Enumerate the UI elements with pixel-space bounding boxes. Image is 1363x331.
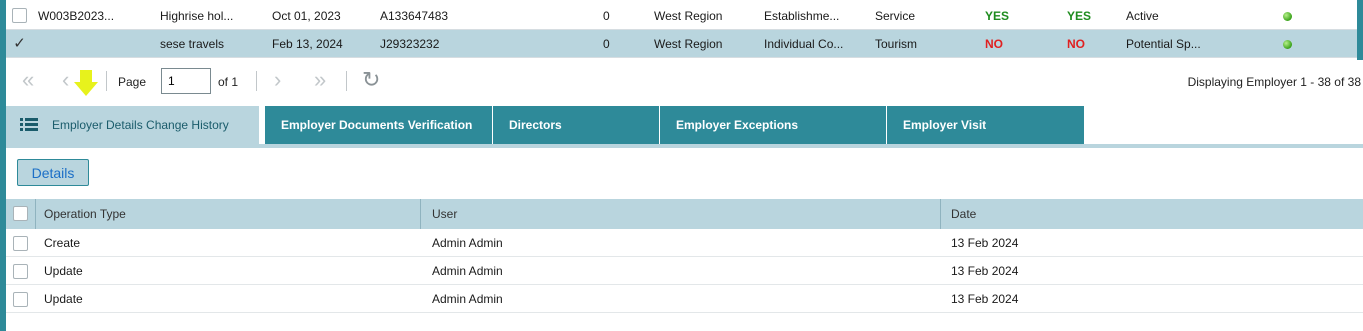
employer-date: Oct 01, 2023 bbox=[272, 9, 341, 23]
page-of-label: of 1 bbox=[218, 75, 239, 89]
refresh-icon[interactable]: ↻ bbox=[362, 68, 380, 92]
row-checkbox[interactable] bbox=[13, 236, 28, 251]
tab-label: Employer Exceptions bbox=[676, 118, 799, 132]
detail-tabs: Employer Details Change History Employer… bbox=[6, 106, 1363, 148]
right-edge-bar bbox=[1357, 0, 1363, 60]
tab-label: Employer Details Change History bbox=[52, 118, 229, 132]
pager-divider bbox=[106, 71, 107, 91]
employer-reg-no: A133647483 bbox=[380, 9, 449, 23]
employer-sector: Service bbox=[875, 9, 916, 23]
user-cell: Admin Admin bbox=[432, 236, 503, 250]
employer-flag-2: NO bbox=[1067, 37, 1085, 51]
tab-employer-documents-verification[interactable]: Employer Documents Verification bbox=[265, 106, 492, 144]
select-all-checkbox[interactable] bbox=[13, 206, 28, 221]
employer-grid-row-selected[interactable]: ✓ sese travels Feb 13, 2024 J29323232 0 … bbox=[6, 30, 1357, 58]
employer-status: Potential Sp... bbox=[1126, 37, 1201, 51]
employer-code: W003B2023... bbox=[38, 9, 115, 23]
tab-label: Employer Documents Verification bbox=[281, 118, 473, 132]
column-header-date[interactable]: Date bbox=[951, 199, 976, 229]
table-row[interactable]: Update Admin Admin 13 Feb 2024 bbox=[6, 285, 1363, 313]
row-checkbox[interactable] bbox=[12, 8, 27, 23]
employer-sector: Tourism bbox=[875, 37, 918, 51]
employer-status: Active bbox=[1126, 9, 1159, 23]
employer-category: Establishme... bbox=[764, 9, 840, 23]
date-cell: 13 Feb 2024 bbox=[951, 236, 1019, 250]
column-header-user[interactable]: User bbox=[432, 199, 457, 229]
history-toolbar: Details bbox=[6, 150, 1363, 196]
employer-region: West Region bbox=[654, 37, 723, 51]
page-number-input[interactable] bbox=[161, 68, 211, 94]
employer-reg-no: J29323232 bbox=[380, 37, 440, 51]
tab-label: Directors bbox=[509, 118, 562, 132]
tab-directors[interactable]: Directors bbox=[493, 106, 659, 144]
date-cell: 13 Feb 2024 bbox=[951, 264, 1019, 278]
employer-flag-1: YES bbox=[985, 9, 1010, 23]
date-cell: 13 Feb 2024 bbox=[951, 292, 1019, 306]
list-icon bbox=[20, 118, 38, 132]
row-checkbox-checked[interactable]: ✓ bbox=[12, 36, 27, 51]
tab-employer-details-change-history[interactable]: Employer Details Change History bbox=[6, 106, 259, 144]
table-row[interactable]: Create Admin Admin 13 Feb 2024 bbox=[6, 229, 1363, 257]
employer-flag-2: YES bbox=[1067, 9, 1092, 23]
operation-type-cell: Update bbox=[44, 292, 83, 306]
row-checkbox[interactable] bbox=[13, 292, 28, 307]
pager-display-text: Displaying Employer 1 - 38 of 38 bbox=[1187, 75, 1361, 89]
tab-label: Employer Visit bbox=[903, 118, 987, 132]
row-checkbox[interactable] bbox=[13, 264, 28, 279]
employer-name: sese travels bbox=[160, 37, 225, 51]
table-row[interactable]: Update Admin Admin 13 Feb 2024 bbox=[6, 257, 1363, 285]
employer-region: West Region bbox=[654, 9, 723, 23]
user-cell: Admin Admin bbox=[432, 292, 503, 306]
employer-date: Feb 13, 2024 bbox=[272, 37, 343, 51]
chevron-left-icon[interactable]: ‹ bbox=[62, 68, 69, 92]
tab-employer-visit[interactable]: Employer Visit bbox=[887, 106, 1084, 144]
column-header-operation-type[interactable]: Operation Type bbox=[44, 199, 126, 229]
details-button[interactable]: Details bbox=[17, 159, 89, 186]
employer-category: Individual Co... bbox=[764, 37, 844, 51]
operation-type-cell: Update bbox=[44, 264, 83, 278]
pointer-marker-arrow bbox=[74, 82, 98, 96]
page-label: Page bbox=[118, 75, 147, 89]
table-header: Operation Type User Date bbox=[6, 199, 1363, 229]
employer-name: Highrise hol... bbox=[160, 9, 234, 23]
tab-employer-exceptions[interactable]: Employer Exceptions bbox=[660, 106, 886, 144]
employer-flag-1: NO bbox=[985, 37, 1003, 51]
operation-type-cell: Create bbox=[44, 236, 81, 250]
double-chevron-left-icon[interactable]: « bbox=[22, 68, 34, 92]
user-cell: Admin Admin bbox=[432, 264, 503, 278]
pagination-bar: « ‹ Page of 1 › » ↻ Displaying Employer … bbox=[6, 60, 1363, 102]
status-dot-icon bbox=[1283, 40, 1292, 49]
status-dot-icon bbox=[1283, 12, 1292, 21]
pager-divider bbox=[346, 71, 347, 91]
pager-divider bbox=[256, 71, 257, 91]
double-chevron-right-icon[interactable]: » bbox=[314, 68, 326, 92]
chevron-right-icon[interactable]: › bbox=[274, 68, 281, 92]
employer-count: 0 bbox=[603, 37, 610, 51]
employer-count: 0 bbox=[603, 9, 610, 23]
employer-grid-row[interactable]: W003B2023... Highrise hol... Oct 01, 202… bbox=[6, 2, 1357, 30]
